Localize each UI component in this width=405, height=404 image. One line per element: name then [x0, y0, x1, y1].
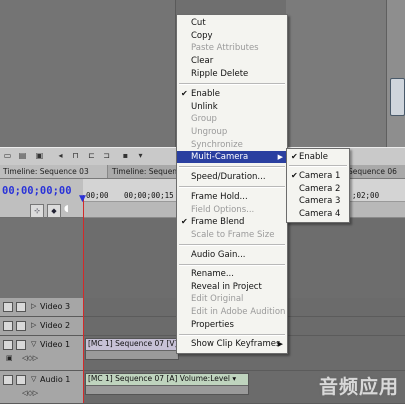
submenu-arrow-icon: ▶ — [277, 153, 283, 161]
submenu-item-camera-2[interactable]: Camera 2 — [287, 183, 349, 195]
check-icon: ✔ — [291, 152, 298, 161]
menu-item-frame-hold[interactable]: Frame Hold... — [177, 191, 287, 203]
menu-item-ripple-delete[interactable]: Ripple Delete — [177, 68, 287, 80]
menu-item-speed-duration[interactable]: Speed/Duration... — [177, 171, 287, 183]
lift-icon[interactable]: ⊏ — [86, 151, 97, 160]
track-header-video2[interactable]: ▷ Video 2 — [0, 317, 83, 336]
menu-item-ungroup: Ungroup — [191, 127, 228, 137]
tab-sequence-06[interactable]: Sequence 06 — [345, 165, 405, 178]
menu-item-multi-camera[interactable]: Multi-Camera ▶ — [177, 151, 287, 163]
step-back-icon[interactable]: ◂ — [55, 151, 66, 160]
collapse-triangle-icon[interactable]: ▽ — [31, 375, 36, 383]
clip-thumbnail-strip — [86, 350, 178, 359]
marker-icon[interactable]: ▾ — [135, 151, 146, 160]
video-clip-label: [MC 1] Sequence 07 [V] — [88, 339, 178, 348]
ruler-label-end: ;02;00 — [352, 191, 380, 200]
menu-separator — [179, 186, 285, 188]
track-header-area — [0, 218, 83, 298]
mini-panel-widget[interactable] — [390, 78, 405, 116]
menu-separator — [179, 244, 285, 246]
toggle-output-icon[interactable] — [3, 302, 13, 312]
menu-item-edit-original: Edit Original — [191, 294, 244, 304]
menu-item-field-options: Field Options... — [191, 205, 255, 215]
multi-camera-submenu: ✔ Enable ✔ Camera 1 Camera 2 Camera 3 Came… — [286, 148, 350, 223]
video-clip[interactable]: [MC 1] Sequence 07 [V] — [85, 338, 179, 360]
snap-icon[interactable]: ⊹ — [30, 204, 44, 218]
keyframe-nav-icon[interactable]: ◁◇▷ — [22, 354, 38, 362]
audio-clip[interactable]: [MC 1] Sequence 07 [A] Volume:Level ▾ — [85, 373, 249, 395]
menu-item-enable[interactable]: ✔ Enable — [177, 88, 287, 100]
toggle-output-icon[interactable] — [3, 321, 13, 331]
menu-item-properties[interactable]: Properties — [177, 319, 287, 331]
submenu-item-enable[interactable]: ✔ Enable — [287, 151, 349, 163]
keyframe-drop-icon[interactable]: ◖ — [64, 204, 69, 214]
menu-item-copy[interactable]: Copy — [177, 30, 287, 42]
track-name-video1: Video 1 — [40, 340, 71, 349]
lock-track-icon[interactable] — [16, 321, 26, 331]
track-header-video1[interactable]: ▽ Video 1 ▣ ◁◇▷ — [0, 336, 83, 371]
menu-item-reveal-in-project[interactable]: Reveal in Project — [177, 281, 287, 293]
lock-track-icon[interactable] — [16, 340, 26, 350]
menu-item-unlink[interactable]: Unlink — [177, 101, 287, 113]
track-header-video3[interactable]: ▷ Video 3 — [0, 298, 83, 317]
menu-item-audio-gain[interactable]: Audio Gain... — [177, 249, 287, 261]
source-monitor-panel — [0, 0, 176, 147]
extract-icon[interactable]: ⊐ — [101, 151, 112, 160]
menu-item-frame-blend[interactable]: ✔ Frame Blend — [177, 216, 287, 228]
toggle-audio-icon[interactable] — [3, 375, 13, 385]
tab-sequence-03[interactable]: Timeline: Sequence 03 — [0, 165, 108, 178]
watermark-text: 音频应用 — [318, 376, 399, 398]
current-timecode[interactable]: 00;00;00;00 — [2, 185, 72, 197]
display-style-icon[interactable]: ▣ — [6, 354, 13, 362]
submenu-item-camera-3[interactable]: Camera 3 — [287, 195, 349, 207]
check-icon: ✔ — [181, 89, 188, 98]
menu-item-show-clip-keyframes[interactable]: Show Clip Keyframes ▶ — [177, 338, 287, 350]
ruler-label-15: 00;00;00;15 — [124, 191, 174, 200]
track-name-audio1: Audio 1 — [40, 375, 71, 384]
menu-item-paste-attributes: Paste Attributes — [191, 43, 259, 53]
menu-item-synchronize: Synchronize — [191, 140, 243, 150]
settings-icon[interactable]: ▣ — [34, 151, 45, 160]
submenu-arrow-icon: ▶ — [277, 340, 283, 348]
menu-item-clear[interactable]: Clear — [177, 55, 287, 67]
expand-triangle-icon[interactable]: ▷ — [31, 321, 36, 329]
track-name-video2: Video 2 — [40, 321, 71, 330]
submenu-item-camera-4[interactable]: Camera 4 — [287, 208, 349, 220]
safe-margins-icon[interactable]: ▭ — [2, 151, 13, 160]
menu-item-cut[interactable]: Cut — [177, 17, 287, 29]
program-monitor-panel — [286, 0, 405, 147]
menu-separator — [179, 334, 285, 336]
track-header-audio1[interactable]: ▽ Audio 1 ◁◇▷ — [0, 371, 83, 404]
menu-item-group: Group — [191, 114, 217, 124]
keyframe-nav-icon[interactable]: ◁◇▷ — [22, 389, 38, 397]
export-frame-icon[interactable]: ▪ — [120, 151, 131, 160]
menu-item-rename[interactable]: Rename... — [177, 268, 287, 280]
panel-scroll-strip[interactable] — [386, 0, 405, 147]
menu-item-scale-to-frame-size: Scale to Frame Size — [191, 230, 275, 240]
menu-separator — [179, 166, 285, 168]
track-name-video3: Video 3 — [40, 302, 71, 311]
menu-item-edit-in-adobe-audition: Edit in Adobe Audition — [191, 307, 286, 317]
playhead-marker-icon[interactable]: ▼ — [79, 194, 88, 204]
lock-track-icon[interactable] — [16, 302, 26, 312]
menu-separator — [179, 264, 285, 266]
audio-waveform — [86, 385, 248, 394]
playhead-line[interactable] — [83, 195, 84, 403]
marker-add-icon[interactable]: ◆ — [47, 204, 61, 218]
ruler-label-start: 00;00 — [86, 191, 109, 200]
menu-separator — [289, 165, 347, 167]
trim-icon[interactable]: ⊓ — [70, 151, 81, 160]
check-icon: ✔ — [291, 171, 298, 180]
context-menu: Cut Copy Paste Attributes Clear Ripple D… — [176, 14, 288, 354]
toggle-output-icon[interactable] — [3, 340, 13, 350]
output-icon[interactable]: ▤ — [17, 151, 28, 160]
menu-separator — [179, 83, 285, 85]
submenu-item-camera-1[interactable]: ✔ Camera 1 — [287, 170, 349, 182]
check-icon: ✔ — [181, 217, 188, 226]
lock-track-icon[interactable] — [16, 375, 26, 385]
expand-triangle-icon[interactable]: ▷ — [31, 302, 36, 310]
collapse-triangle-icon[interactable]: ▽ — [31, 340, 36, 348]
audio-clip-label: [MC 1] Sequence 07 [A] Volume:Level ▾ — [88, 374, 237, 383]
